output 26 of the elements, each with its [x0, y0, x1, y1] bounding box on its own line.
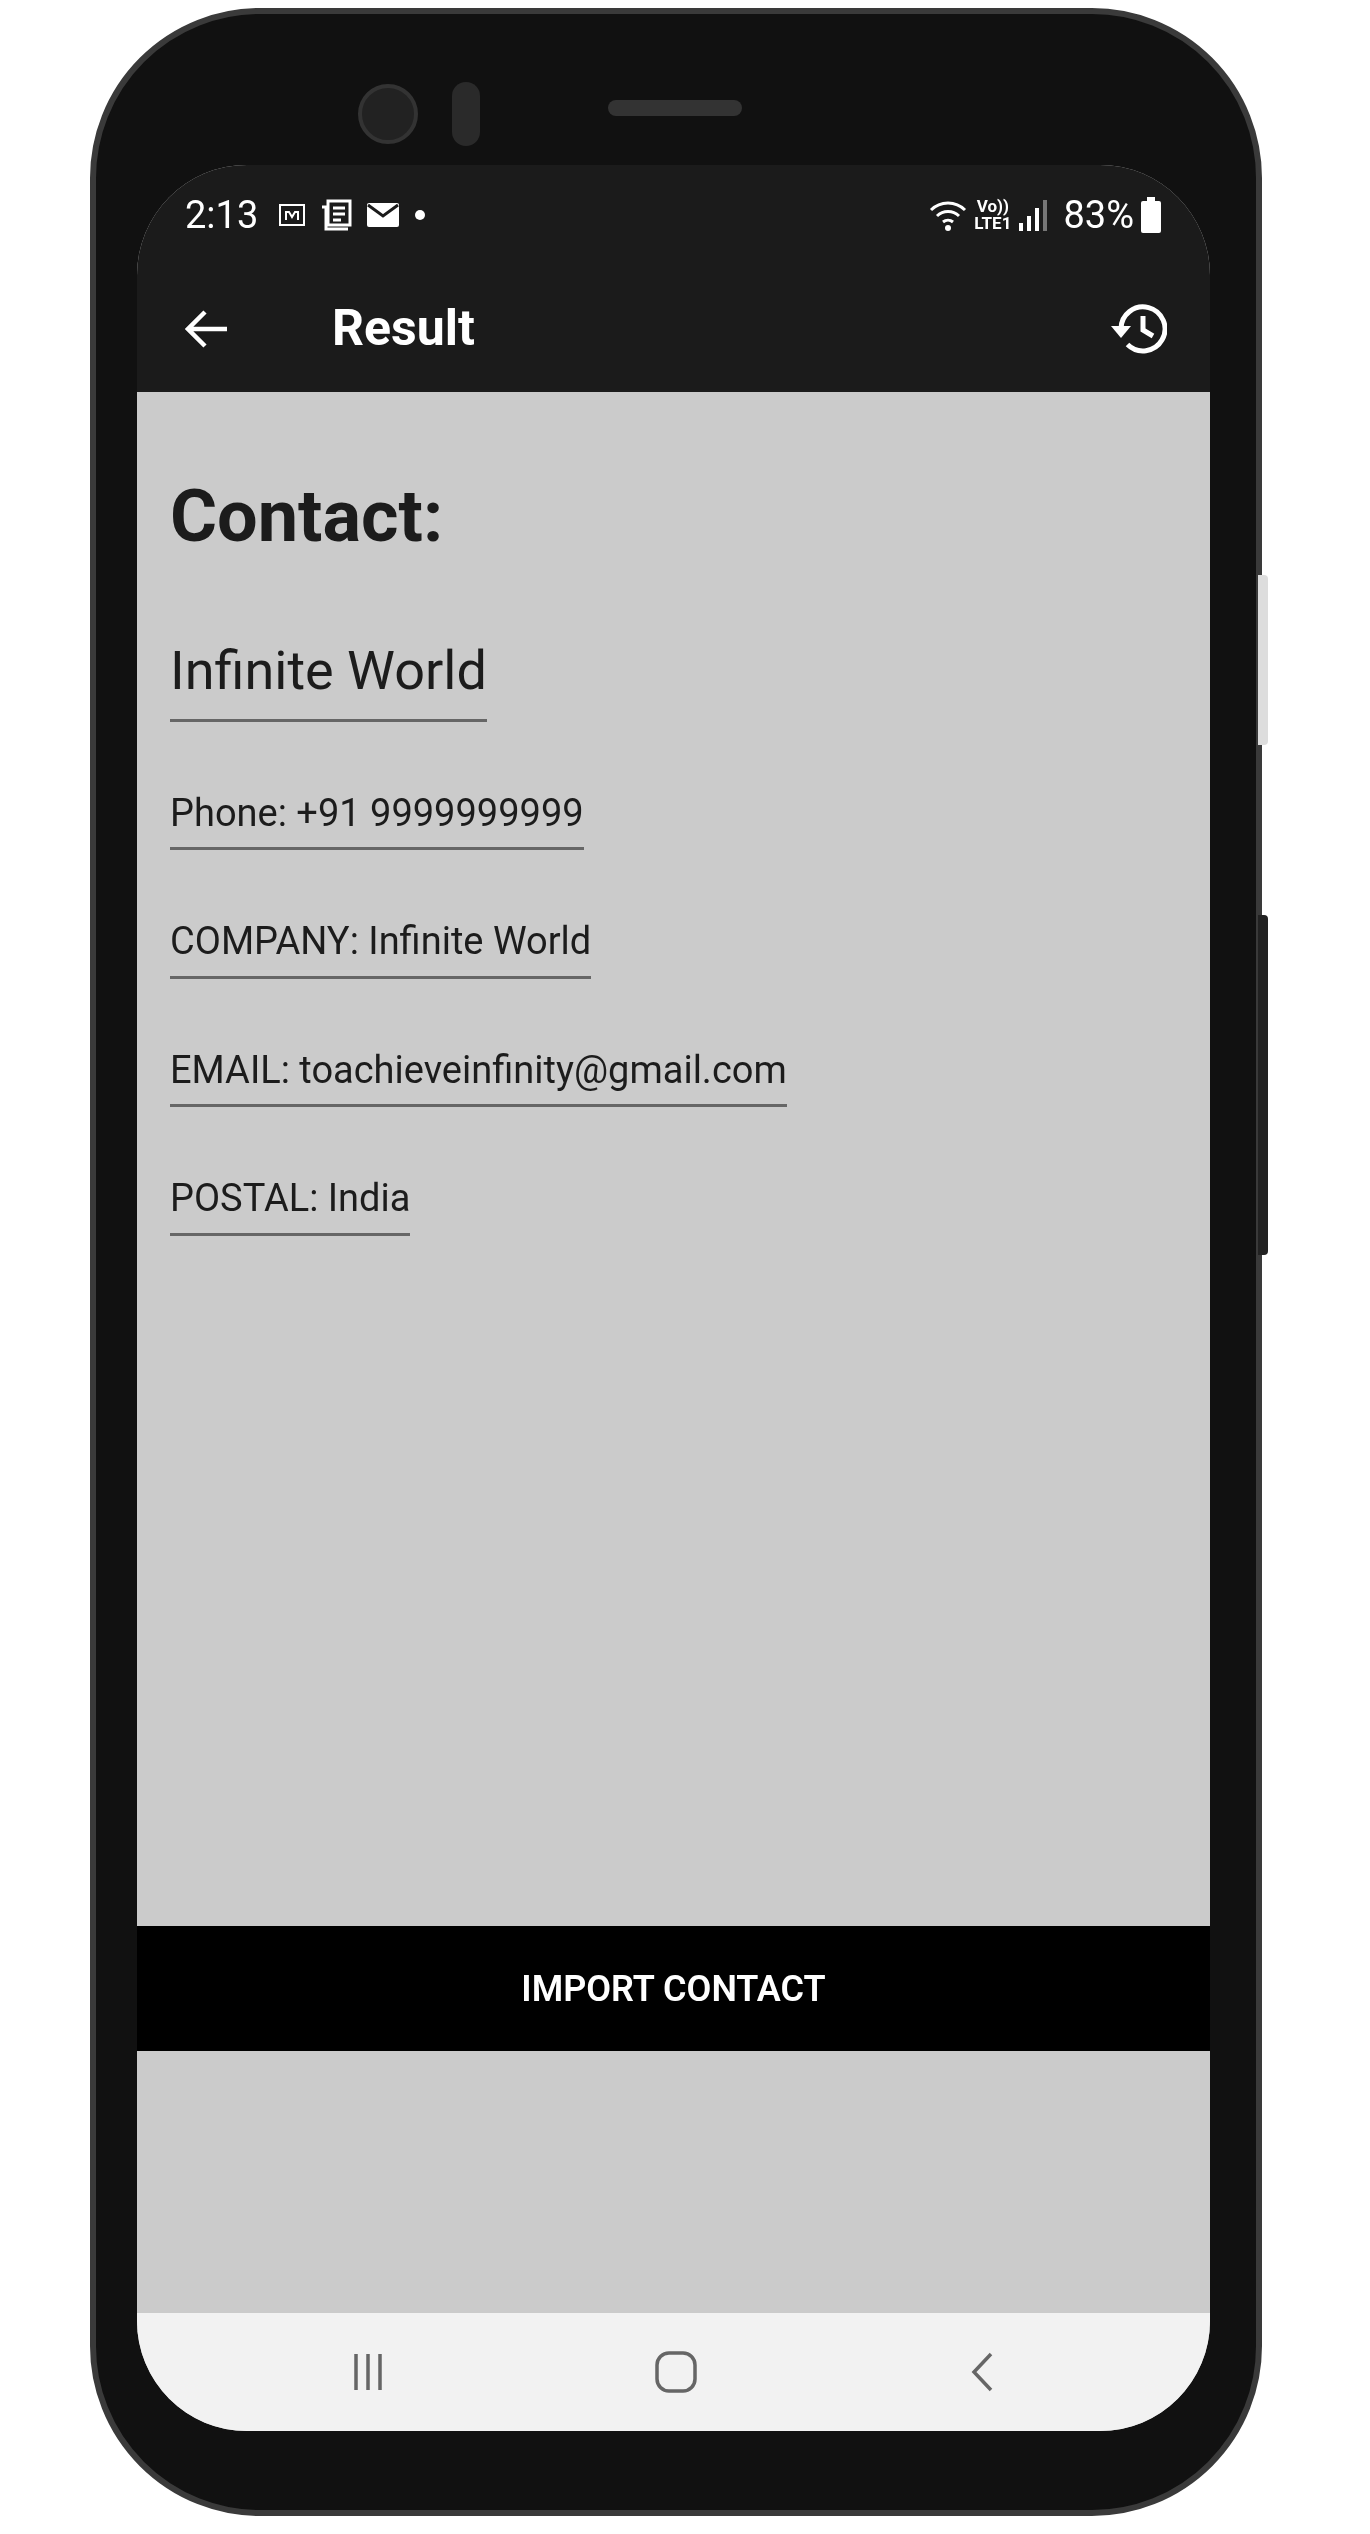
network-label: LTE1	[974, 215, 1012, 232]
contact-name: Infinite World	[170, 637, 487, 722]
mail-icon	[366, 202, 401, 228]
battery-icon	[1140, 197, 1162, 233]
home-icon	[655, 2351, 698, 2393]
signal-icon	[1017, 199, 1048, 231]
contact-field: POSTAL: India	[170, 1175, 411, 1236]
dot-icon	[414, 209, 427, 221]
sensor	[452, 82, 480, 146]
back-chevron-icon	[971, 2352, 994, 2392]
status-time: 2:13	[185, 191, 259, 239]
import-contact-button[interactable]: IMPORT CONTACT	[137, 1926, 1210, 2051]
recent-apps-icon	[353, 2354, 382, 2390]
back-nav-button[interactable]	[971, 2352, 994, 2392]
notification-icon	[278, 202, 307, 228]
home-button[interactable]	[655, 2351, 698, 2393]
app-bar-title: Result	[332, 298, 475, 359]
contact-field: COMPANY: Infinite World	[170, 918, 592, 979]
contact-field: EMAIL: toachieveinfinity@gmail.com	[170, 1046, 787, 1107]
wifi-icon	[928, 198, 969, 232]
network-label: Vo))	[976, 198, 1009, 215]
news-icon	[320, 199, 353, 231]
recent-apps-button[interactable]	[353, 2354, 382, 2390]
contact-field: Phone: +91 9999999999	[170, 789, 584, 850]
contact-heading: Contact:	[170, 473, 445, 561]
battery-percent: 83%	[1063, 191, 1134, 239]
